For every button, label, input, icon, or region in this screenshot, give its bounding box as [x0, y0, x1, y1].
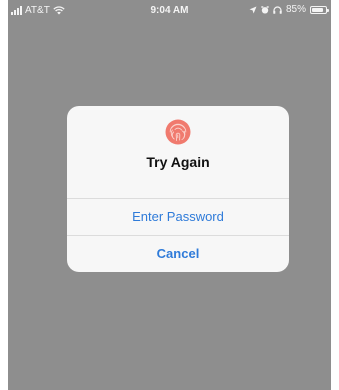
cancel-button[interactable]: Cancel [67, 236, 289, 272]
alert-title: Try Again [146, 154, 210, 170]
headphones-icon [273, 5, 282, 14]
status-right: 85% [249, 4, 329, 15]
touch-id-alert: Try Again Enter Password Cancel [67, 106, 289, 272]
enter-password-button[interactable]: Enter Password [67, 199, 289, 235]
battery-percent: 85% [285, 4, 306, 15]
alert-header: Try Again [67, 106, 289, 198]
status-bar: AT&T 9:04 AM 85% [8, 0, 331, 22]
alarm-icon [261, 5, 269, 13]
battery-icon [310, 5, 329, 14]
fingerprint-icon [165, 119, 191, 145]
location-icon [249, 6, 257, 13]
phone-screen: AT&T 9:04 AM 85% Try Again Enter Passwor… [8, 0, 331, 390]
